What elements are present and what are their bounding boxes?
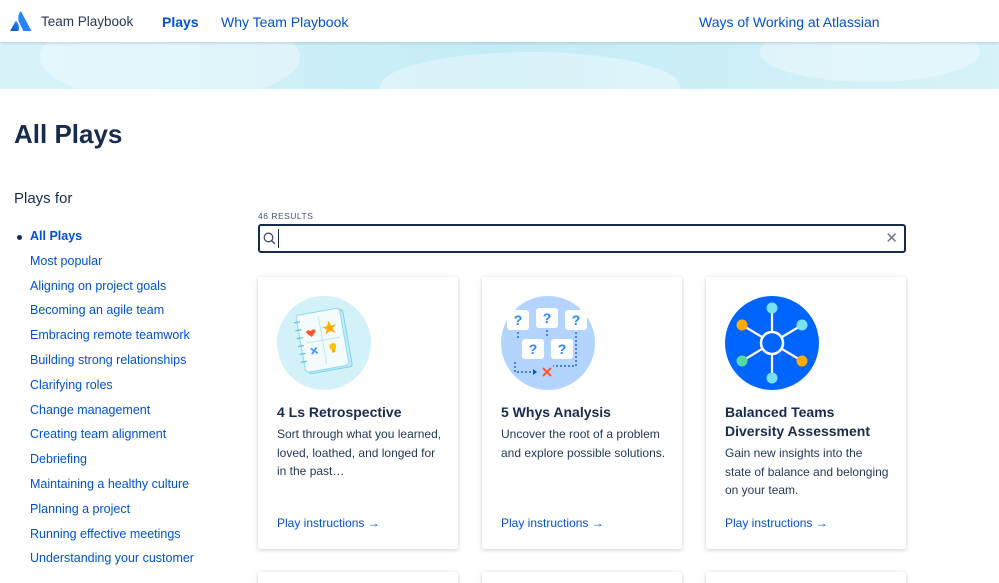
hero-banner [0, 42, 999, 89]
sidebar-heading: Plays for [14, 190, 73, 207]
card-title[interactable]: Balanced Teams Diversity Assessment [725, 403, 895, 441]
page-title: All Plays [14, 119, 123, 149]
sidebar-item-building-strong-relationships[interactable]: Building strong relationships [14, 353, 194, 378]
card-description: Uncover the root of a problem and explor… [501, 427, 666, 460]
sidebar-item-embracing-remote-teamwork[interactable]: Embracing remote teamwork [14, 328, 194, 353]
sidebar-item-debriefing[interactable]: Debriefing [14, 452, 194, 477]
search-box: ✕ [258, 224, 906, 253]
nav-why-link[interactable]: Why Team Playbook [221, 14, 348, 30]
play-card[interactable] [482, 572, 682, 583]
atlassian-logo-icon[interactable] [10, 11, 32, 31]
sidebar-item-creating-team-alignment[interactable]: Creating team alignment [14, 427, 194, 452]
play-card-balanced-teams-diversity-assessment[interactable]: Balanced Teams Diversity Assessment Gain… [706, 277, 906, 549]
card-description: Sort through what you learned, loved, lo… [277, 427, 442, 478]
results-count: 46 RESULTS [258, 211, 314, 221]
svg-text:?: ? [514, 312, 523, 328]
svg-text:?: ? [529, 341, 538, 357]
play-instructions-link[interactable]: Play instructions → [501, 516, 604, 530]
play-card-5-whys-analysis[interactable]: ? ? ? ? ? 5 Whys Analysis Uncover the ro… [482, 277, 682, 549]
sidebar-item-clarifying-roles[interactable]: Clarifying roles [14, 378, 194, 403]
sidebar-item-maintaining-a-healthy-culture[interactable]: Maintaining a healthy culture [14, 477, 194, 502]
nav-plays-link[interactable]: Plays [162, 14, 199, 30]
svg-text:?: ? [543, 310, 552, 326]
play-instructions-link[interactable]: Play instructions → [277, 516, 380, 530]
svg-text:?: ? [558, 341, 567, 357]
sidebar-item-running-effective-meetings[interactable]: Running effective meetings [14, 527, 194, 552]
sidebar-item-aligning-on-project-goals[interactable]: Aligning on project goals [14, 279, 194, 304]
nav-ways-of-working-link[interactable]: Ways of Working at Atlassian [699, 14, 880, 30]
sidebar-item-understanding-your-customer[interactable]: Understanding your customer [14, 551, 194, 576]
clear-search-icon[interactable]: ✕ [885, 231, 898, 246]
sidebar-item-label: All Plays [30, 229, 83, 243]
sidebar-item-most-popular[interactable]: Most popular [14, 254, 194, 279]
hub-icon [725, 296, 819, 390]
card-title[interactable]: 4 Ls Retrospective [277, 403, 447, 422]
svg-text:?: ? [572, 312, 581, 328]
search-icon [263, 232, 276, 245]
sidebar-filter-list: All Plays Most popular Aligning on proje… [14, 229, 194, 576]
sidebar-item-change-management[interactable]: Change management [14, 403, 194, 428]
brand-title[interactable]: Team Playbook [41, 14, 133, 29]
card-title[interactable]: 5 Whys Analysis [501, 403, 671, 422]
sidebar-item-becoming-an-agile-team[interactable]: Becoming an agile team [14, 303, 194, 328]
play-instructions-link[interactable]: Play instructions → [725, 516, 828, 530]
play-card[interactable] [706, 572, 906, 583]
notebook-icon [277, 296, 371, 390]
sidebar-item-planning-a-project[interactable]: Planning a project [14, 502, 194, 527]
sidebar-item-all-plays[interactable]: All Plays [14, 229, 194, 254]
active-bullet-icon [17, 235, 22, 240]
search-input[interactable] [278, 229, 878, 248]
question-cards-icon: ? ? ? ? ? [501, 296, 595, 390]
top-navigation: Team Playbook Plays Why Team Playbook Wa… [0, 0, 999, 42]
play-card[interactable] [258, 572, 458, 583]
play-card-4-ls-retrospective[interactable]: 4 Ls Retrospective Sort through what you… [258, 277, 458, 549]
card-description: Gain new insights into the state of bala… [725, 446, 889, 497]
